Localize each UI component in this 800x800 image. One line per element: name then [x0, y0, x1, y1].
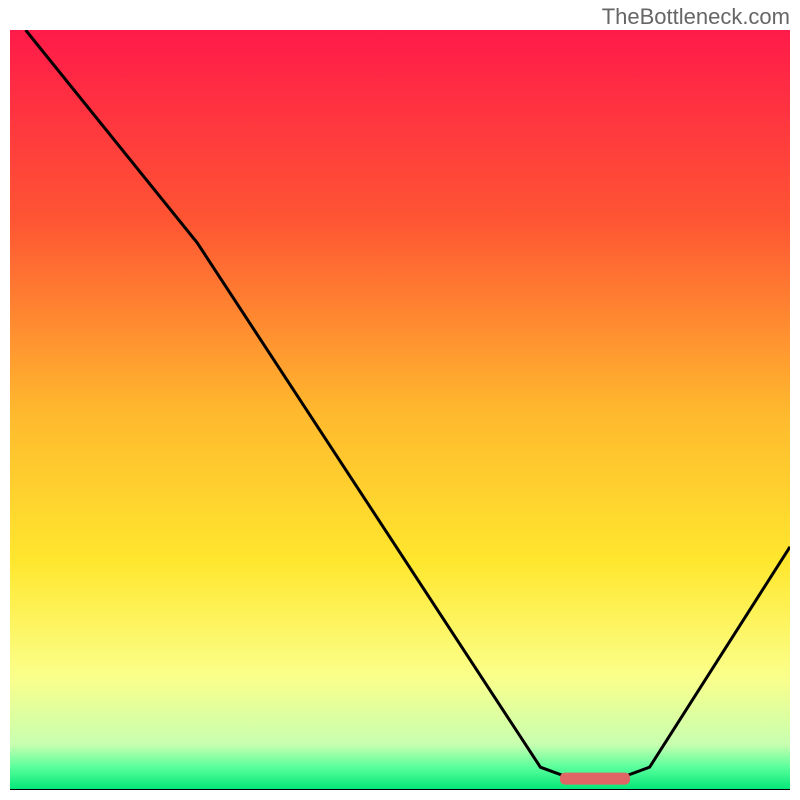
watermark-text: TheBottleneck.com — [602, 4, 790, 30]
chart-svg — [10, 30, 790, 790]
chart-plot-area — [10, 30, 790, 790]
chart-background — [10, 30, 790, 790]
optimal-marker — [560, 773, 630, 785]
